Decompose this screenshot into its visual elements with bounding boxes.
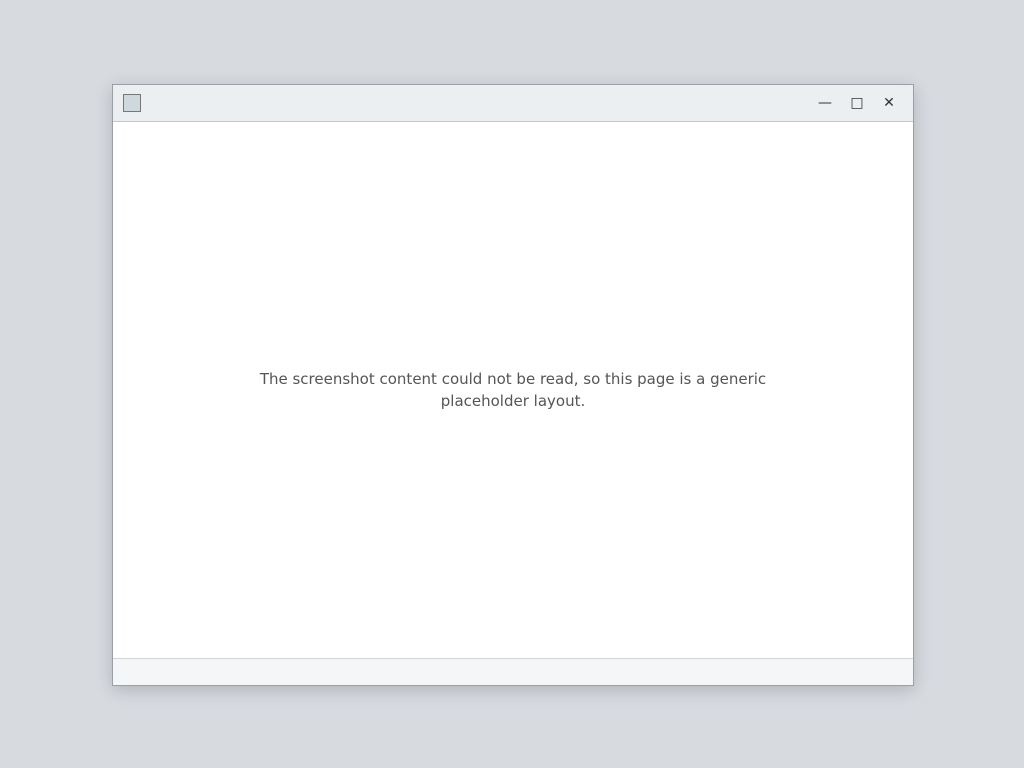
- status-bar: [113, 658, 913, 685]
- title-bar: — □ ✕: [113, 85, 913, 122]
- app-window: — □ ✕ The screenshot content could not b…: [112, 84, 914, 686]
- placeholder-message: The screenshot content could not be read…: [259, 369, 767, 411]
- window-controls: — □ ✕: [811, 92, 903, 114]
- maximize-button[interactable]: □: [843, 92, 871, 114]
- main-content: The screenshot content could not be read…: [113, 122, 913, 658]
- minimize-button[interactable]: —: [811, 92, 839, 114]
- close-button[interactable]: ✕: [875, 92, 903, 114]
- app-icon: [123, 94, 141, 112]
